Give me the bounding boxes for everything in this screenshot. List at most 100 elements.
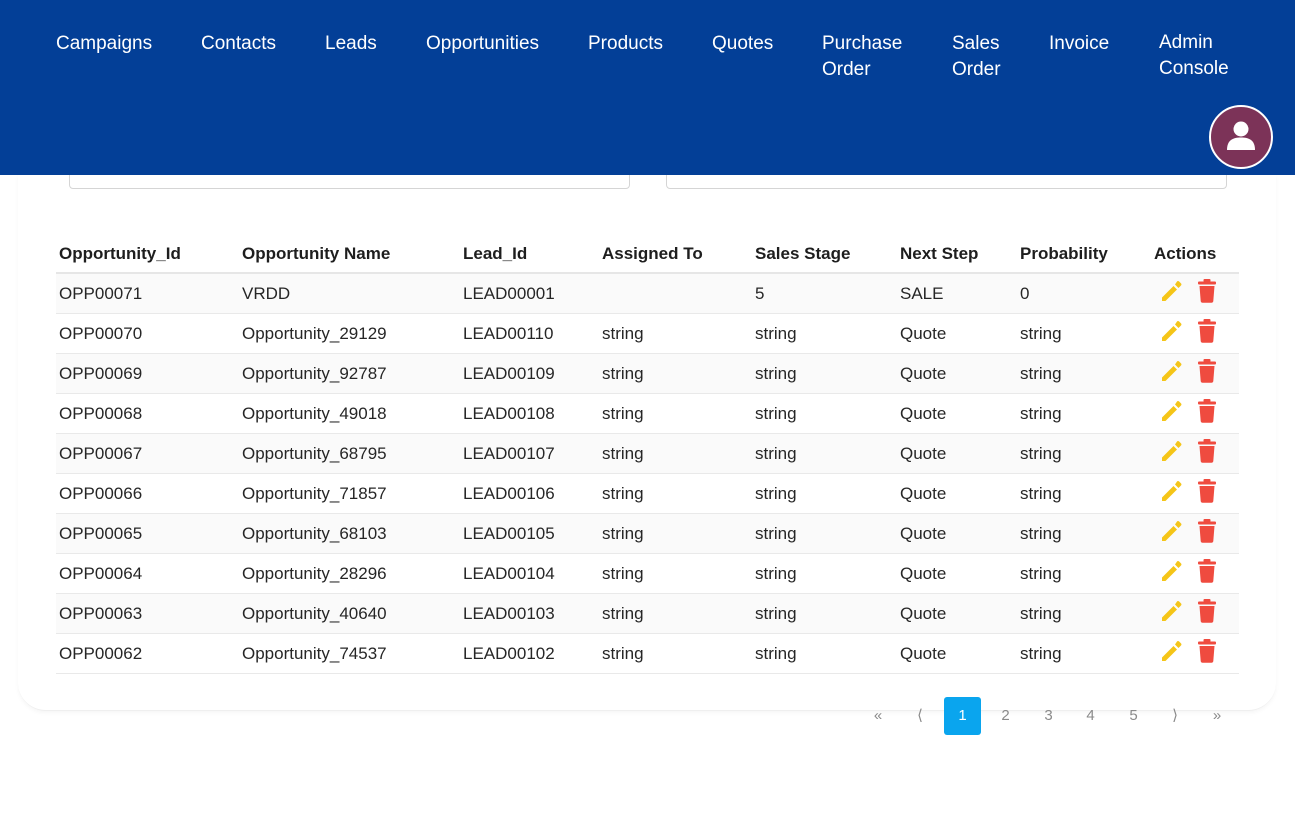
pencil-icon[interactable] <box>1158 278 1184 309</box>
cell-assigned-to: string <box>599 313 752 354</box>
nav-invoice[interactable]: Invoice <box>1049 31 1109 57</box>
cell-lead-id: LEAD00106 <box>460 473 599 514</box>
cell-probability: string <box>1017 433 1151 474</box>
page-button-3[interactable]: 3 <box>1030 697 1067 735</box>
table-row: OPP00070 Opportunity_29129 LEAD00110 string… <box>56 313 1239 354</box>
cell-assigned-to: string <box>599 393 752 434</box>
cell-sales-stage: 5 <box>752 273 897 314</box>
cell-opportunity-id: OPP00071 <box>56 273 239 314</box>
table-row: OPP00068 Opportunity_49018 LEAD00108 string… <box>56 393 1239 434</box>
cell-sales-stage: string <box>752 633 897 674</box>
cell-opportunity-id: OPP00068 <box>56 393 239 434</box>
prev-page-button[interactable]: ⟨ <box>903 697 937 735</box>
cell-actions <box>1151 513 1239 554</box>
cell-actions <box>1151 473 1239 514</box>
cell-lead-id: LEAD00102 <box>460 633 599 674</box>
cell-next-step: Quote <box>897 513 1017 554</box>
cell-opportunity-id: OPP00070 <box>56 313 239 354</box>
cell-probability: string <box>1017 513 1151 554</box>
nav-label-line2: Console <box>1159 57 1229 79</box>
avatar[interactable] <box>1209 105 1273 169</box>
cell-assigned-to: string <box>599 553 752 594</box>
page-button-4[interactable]: 4 <box>1072 697 1109 735</box>
cell-assigned-to: string <box>599 473 752 514</box>
cell-opportunity-name: Opportunity_29129 <box>239 313 460 354</box>
trash-icon[interactable] <box>1196 478 1218 509</box>
pencil-icon[interactable] <box>1158 558 1184 589</box>
table-row: OPP00063 Opportunity_40640 LEAD00103 string… <box>56 593 1239 634</box>
nav-admin-console[interactable]: Admin Console <box>1159 30 1229 81</box>
pencil-icon[interactable] <box>1158 598 1184 629</box>
cell-lead-id: LEAD00001 <box>460 273 599 314</box>
column-header-opportunity-id: Opportunity_Id <box>56 236 239 274</box>
cell-next-step: Quote <box>897 553 1017 594</box>
cell-next-step: Quote <box>897 593 1017 634</box>
nav-contacts[interactable]: Contacts <box>201 31 276 57</box>
last-page-button[interactable]: » <box>1200 697 1234 735</box>
trash-icon[interactable] <box>1196 278 1218 309</box>
nav-label: Quotes <box>712 33 774 54</box>
pencil-icon[interactable] <box>1158 358 1184 389</box>
cell-opportunity-id: OPP00065 <box>56 513 239 554</box>
nav-campaigns[interactable]: Campaigns <box>56 31 152 57</box>
cell-assigned-to <box>599 273 752 314</box>
column-header-actions: Actions <box>1151 236 1239 274</box>
trash-icon[interactable] <box>1196 358 1218 389</box>
nav-leads[interactable]: Leads <box>325 31 377 57</box>
page-button-1[interactable]: 1 <box>944 697 981 735</box>
pencil-icon[interactable] <box>1158 438 1184 469</box>
cell-lead-id: LEAD00110 <box>460 313 599 354</box>
cell-actions <box>1151 633 1239 674</box>
table-row: OPP00069 Opportunity_92787 LEAD00109 string… <box>56 353 1239 394</box>
cell-assigned-to: string <box>599 353 752 394</box>
cell-next-step: Quote <box>897 473 1017 514</box>
trash-icon[interactable] <box>1196 558 1218 589</box>
cell-opportunity-id: OPP00066 <box>56 473 239 514</box>
trash-icon[interactable] <box>1196 398 1218 429</box>
cell-assigned-to: string <box>599 633 752 674</box>
pencil-icon[interactable] <box>1158 518 1184 549</box>
cell-assigned-to: string <box>599 513 752 554</box>
nav-sales-order[interactable]: Sales Order <box>952 31 1001 82</box>
nav-opportunities[interactable]: Opportunities <box>426 31 539 57</box>
trash-icon[interactable] <box>1196 598 1218 629</box>
cell-sales-stage: string <box>752 433 897 474</box>
cell-sales-stage: string <box>752 593 897 634</box>
cell-opportunity-id: OPP00063 <box>56 593 239 634</box>
cell-probability: string <box>1017 353 1151 394</box>
cell-sales-stage: string <box>752 353 897 394</box>
column-header-probability: Probability <box>1017 236 1151 274</box>
trash-icon[interactable] <box>1196 318 1218 349</box>
pencil-icon[interactable] <box>1158 318 1184 349</box>
pencil-icon[interactable] <box>1158 478 1184 509</box>
cell-actions <box>1151 553 1239 594</box>
next-page-button[interactable]: ⟩ <box>1158 697 1192 735</box>
trash-icon[interactable] <box>1196 638 1218 669</box>
cell-actions <box>1151 433 1239 474</box>
cell-opportunity-name: Opportunity_68103 <box>239 513 460 554</box>
page-button-2[interactable]: 2 <box>987 697 1024 735</box>
table-row: OPP00071 VRDD LEAD00001 5 SALE 0 <box>56 273 1239 314</box>
page-button-5[interactable]: 5 <box>1115 697 1152 735</box>
cell-opportunity-name: VRDD <box>239 273 460 314</box>
cell-next-step: Quote <box>897 433 1017 474</box>
cell-next-step: Quote <box>897 313 1017 354</box>
nav-products[interactable]: Products <box>588 31 663 57</box>
cell-next-step: SALE <box>897 273 1017 314</box>
column-header-opportunity-name: Opportunity Name <box>239 236 460 274</box>
nav-purchase-order[interactable]: Purchase Order <box>822 31 902 82</box>
cell-opportunity-name: Opportunity_92787 <box>239 353 460 394</box>
pencil-icon[interactable] <box>1158 638 1184 669</box>
trash-icon[interactable] <box>1196 518 1218 549</box>
cell-lead-id: LEAD00105 <box>460 513 599 554</box>
cell-lead-id: LEAD00109 <box>460 353 599 394</box>
column-header-sales-stage: Sales Stage <box>752 236 897 274</box>
trash-icon[interactable] <box>1196 438 1218 469</box>
nav-quotes[interactable]: Quotes <box>712 31 773 57</box>
cell-lead-id: LEAD00103 <box>460 593 599 634</box>
table-row: OPP00062 Opportunity_74537 LEAD00102 string… <box>56 633 1239 674</box>
first-page-button[interactable]: « <box>861 697 895 735</box>
nav-label: Campaigns <box>56 33 153 54</box>
cell-sales-stage: string <box>752 473 897 514</box>
pencil-icon[interactable] <box>1158 398 1184 429</box>
